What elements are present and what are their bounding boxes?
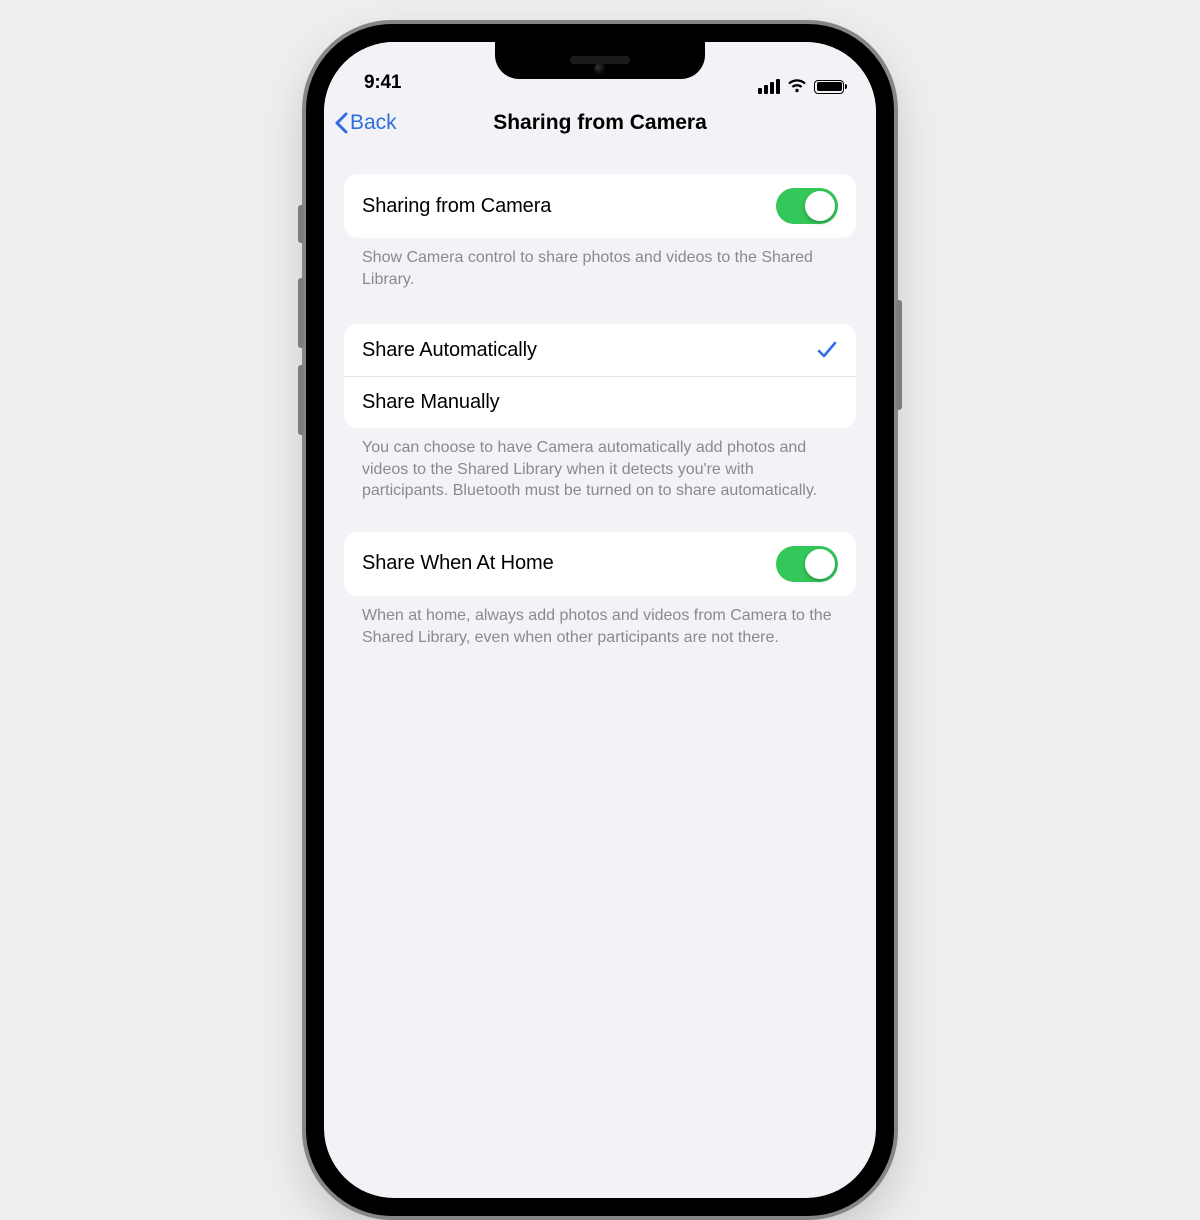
status-time: 9:41 <box>364 72 401 94</box>
back-label: Back <box>350 111 397 135</box>
share-manually-label: Share Manually <box>362 391 500 414</box>
share-automatically-row[interactable]: Share Automatically <box>344 324 856 376</box>
share-automatically-label: Share Automatically <box>362 339 537 362</box>
nav-bar: Back Sharing from Camera <box>324 98 876 148</box>
sharing-from-camera-group: Sharing from Camera <box>344 174 856 238</box>
page-title: Sharing from Camera <box>493 111 707 135</box>
chevron-left-icon <box>334 112 348 134</box>
share-when-home-toggle[interactable] <box>776 546 838 582</box>
share-mode-group: Share Automatically Share Manually <box>344 324 856 428</box>
volume-down-button <box>298 365 304 435</box>
checkmark-icon <box>816 339 838 361</box>
share-manually-row[interactable]: Share Manually <box>344 376 856 428</box>
share-when-home-group: Share When At Home <box>344 532 856 596</box>
share-when-home-label: Share When At Home <box>362 552 554 575</box>
cellular-signal-icon <box>758 79 780 94</box>
toggle-knob <box>805 191 835 221</box>
battery-icon <box>814 80 844 94</box>
power-button <box>896 300 902 410</box>
mute-switch <box>298 205 304 243</box>
toggle-knob <box>805 549 835 579</box>
phone-bezel: 9:41 <box>306 24 894 1216</box>
sharing-from-camera-label: Sharing from Camera <box>362 195 551 218</box>
volume-up-button <box>298 278 304 348</box>
settings-content: Sharing from Camera Show Camera control … <box>324 148 876 648</box>
sharing-from-camera-toggle[interactable] <box>776 188 838 224</box>
screen: 9:41 <box>324 42 876 1198</box>
sharing-from-camera-footer: Show Camera control to share photos and … <box>344 238 856 290</box>
sharing-from-camera-row[interactable]: Sharing from Camera <box>344 174 856 238</box>
share-mode-footer: You can choose to have Camera automatica… <box>344 428 856 502</box>
notch <box>495 41 705 79</box>
share-when-home-footer: When at home, always add photos and vide… <box>344 596 856 648</box>
phone-frame: 9:41 <box>302 20 898 1220</box>
front-camera-icon <box>594 63 606 75</box>
share-when-home-row[interactable]: Share When At Home <box>344 532 856 596</box>
status-indicators <box>758 79 844 94</box>
back-button[interactable]: Back <box>334 111 397 135</box>
wifi-icon <box>787 79 807 94</box>
